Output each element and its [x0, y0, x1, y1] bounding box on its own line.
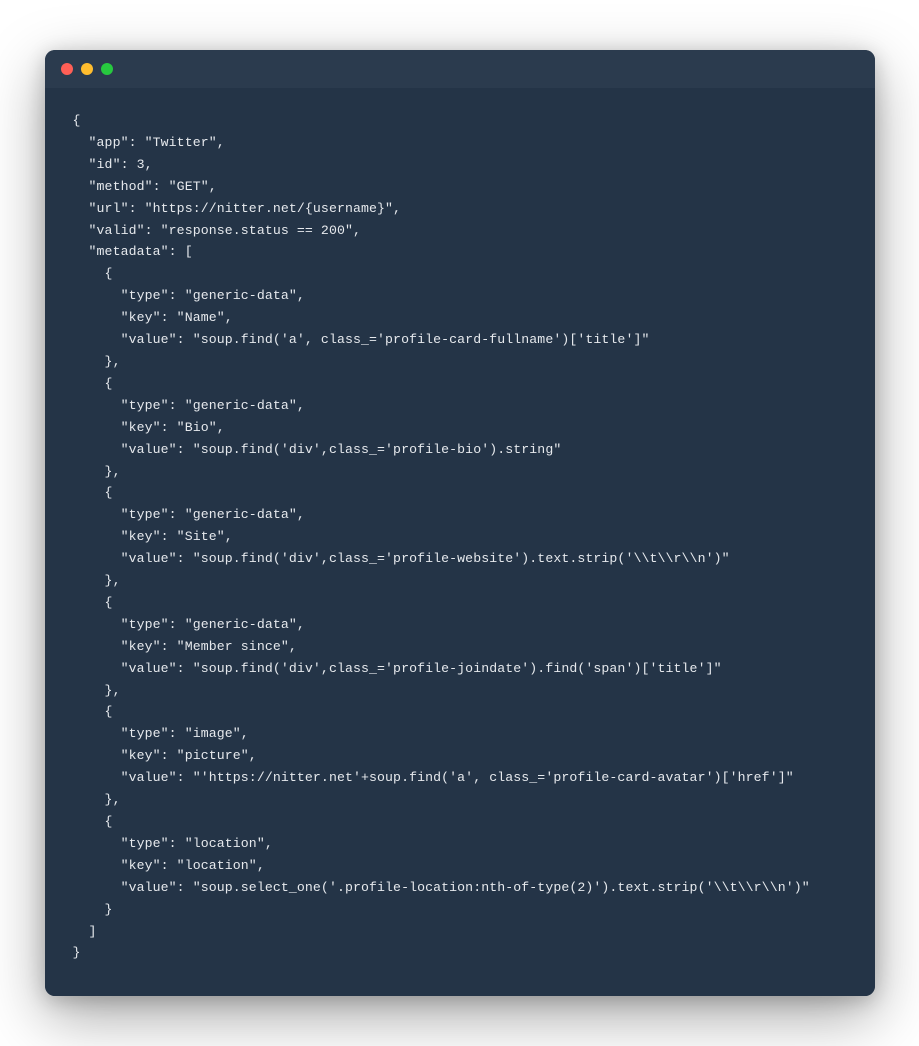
minimize-icon[interactable]	[81, 63, 93, 75]
code-content: { "app": "Twitter", "id": 3, "method": "…	[73, 110, 847, 964]
window-titlebar	[45, 50, 875, 88]
maximize-icon[interactable]	[101, 63, 113, 75]
close-icon[interactable]	[61, 63, 73, 75]
code-area: { "app": "Twitter", "id": 3, "method": "…	[45, 88, 875, 996]
code-window: { "app": "Twitter", "id": 3, "method": "…	[45, 50, 875, 996]
